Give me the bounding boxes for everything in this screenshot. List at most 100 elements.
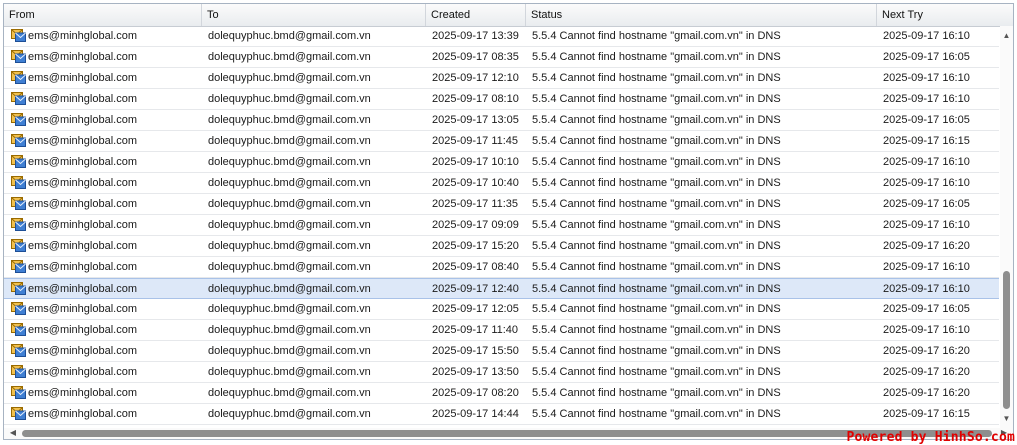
table-row[interactable]: ems@minhglobal.com dolequyphuc.bmd@gmail.…	[4, 68, 999, 89]
cell-from: ems@minhglobal.com	[28, 93, 137, 105]
table-row[interactable]: ems@minhglobal.com dolequyphuc.bmd@gmail.…	[4, 131, 999, 152]
table-row[interactable]: ems@minhglobal.com dolequyphuc.bmd@gmail.…	[4, 110, 999, 131]
cell-created: 2025-09-17 13:39	[432, 30, 519, 42]
table-row[interactable]: ems@minhglobal.com dolequyphuc.bmd@gmail.…	[4, 152, 999, 173]
cell-to: dolequyphuc.bmd@gmail.com.vn	[208, 303, 371, 315]
table-row[interactable]: ems@minhglobal.com dolequyphuc.bmd@gmail.…	[4, 173, 999, 194]
cell-to: dolequyphuc.bmd@gmail.com.vn	[208, 408, 371, 420]
mail-envelope-icon	[11, 282, 26, 295]
cell-from: ems@minhglobal.com	[28, 261, 137, 273]
cell-to: dolequyphuc.bmd@gmail.com.vn	[208, 366, 371, 378]
mail-envelope-icon	[11, 344, 26, 357]
scroll-up-arrow-icon[interactable]: ▲	[1000, 29, 1013, 43]
cell-to: dolequyphuc.bmd@gmail.com.vn	[208, 219, 371, 231]
table-row[interactable]: ems@minhglobal.com dolequyphuc.bmd@gmail.…	[4, 194, 999, 215]
cell-to: dolequyphuc.bmd@gmail.com.vn	[208, 283, 371, 295]
table-row[interactable]: ems@minhglobal.com dolequyphuc.bmd@gmail.…	[4, 320, 999, 341]
cell-next-try: 2025-09-17 16:10	[883, 324, 970, 336]
column-header-next-try[interactable]: Next Try	[877, 4, 1013, 26]
cell-created: 2025-09-17 13:05	[432, 114, 519, 126]
cell-created: 2025-09-17 15:50	[432, 345, 519, 357]
cell-created: 2025-09-17 11:45	[432, 135, 519, 147]
cell-from: ems@minhglobal.com	[28, 198, 137, 210]
cell-created: 2025-09-17 13:50	[432, 366, 519, 378]
cell-created: 2025-09-17 09:09	[432, 219, 519, 231]
mail-envelope-icon	[11, 134, 26, 147]
cell-status: 5.5.4 Cannot find hostname "gmail.com.vn…	[532, 324, 781, 336]
cell-created: 2025-09-17 08:40	[432, 261, 519, 273]
vertical-scrollbar[interactable]: ▲ ▼	[1000, 26, 1013, 428]
cell-status: 5.5.4 Cannot find hostname "gmail.com.vn…	[532, 303, 781, 315]
cell-from: ems@minhglobal.com	[28, 387, 137, 399]
cell-from: ems@minhglobal.com	[28, 135, 137, 147]
cell-created: 2025-09-17 12:05	[432, 303, 519, 315]
cell-from: ems@minhglobal.com	[28, 72, 137, 84]
mail-envelope-icon	[11, 365, 26, 378]
cell-created: 2025-09-17 14:44	[432, 408, 519, 420]
mail-envelope-icon	[11, 50, 26, 63]
cell-next-try: 2025-09-17 16:10	[883, 30, 970, 42]
table-row[interactable]: ems@minhglobal.com dolequyphuc.bmd@gmail.…	[4, 215, 999, 236]
cell-to: dolequyphuc.bmd@gmail.com.vn	[208, 198, 371, 210]
cell-from: ems@minhglobal.com	[28, 114, 137, 126]
mail-envelope-icon	[11, 92, 26, 105]
table-row[interactable]: ems@minhglobal.com dolequyphuc.bmd@gmail.…	[4, 26, 999, 47]
watermark: Powered by HinhSo.com	[846, 430, 1015, 445]
vertical-scroll-thumb[interactable]	[1003, 271, 1010, 409]
cell-to: dolequyphuc.bmd@gmail.com.vn	[208, 93, 371, 105]
cell-status: 5.5.4 Cannot find hostname "gmail.com.vn…	[532, 135, 781, 147]
cell-next-try: 2025-09-17 16:20	[883, 366, 970, 378]
cell-status: 5.5.4 Cannot find hostname "gmail.com.vn…	[532, 240, 781, 252]
table-row[interactable]: ems@minhglobal.com dolequyphuc.bmd@gmail.…	[4, 362, 999, 383]
cell-created: 2025-09-17 08:20	[432, 387, 519, 399]
table-row[interactable]: ems@minhglobal.com dolequyphuc.bmd@gmail.…	[4, 383, 999, 404]
cell-created: 2025-09-17 12:10	[432, 72, 519, 84]
table-row[interactable]: ems@minhglobal.com dolequyphuc.bmd@gmail.…	[4, 89, 999, 110]
scroll-down-arrow-icon[interactable]: ▼	[1000, 412, 1013, 426]
table-header: From To Created Status Next Try	[4, 4, 1013, 27]
table-row[interactable]: ems@minhglobal.com dolequyphuc.bmd@gmail.…	[4, 341, 999, 362]
mail-envelope-icon	[11, 71, 26, 84]
cell-status: 5.5.4 Cannot find hostname "gmail.com.vn…	[532, 261, 781, 273]
table-row[interactable]: ems@minhglobal.com dolequyphuc.bmd@gmail.…	[4, 404, 999, 425]
column-header-status[interactable]: Status	[526, 4, 877, 26]
cell-next-try: 2025-09-17 16:05	[883, 51, 970, 63]
cell-next-try: 2025-09-17 16:20	[883, 240, 970, 252]
cell-to: dolequyphuc.bmd@gmail.com.vn	[208, 30, 371, 42]
mail-envelope-icon	[11, 176, 26, 189]
scroll-left-arrow-icon[interactable]: ◀	[7, 427, 19, 438]
mail-envelope-icon	[11, 239, 26, 252]
cell-from: ems@minhglobal.com	[28, 240, 137, 252]
cell-status: 5.5.4 Cannot find hostname "gmail.com.vn…	[532, 114, 781, 126]
cell-created: 2025-09-17 08:35	[432, 51, 519, 63]
table-row[interactable]: ems@minhglobal.com dolequyphuc.bmd@gmail.…	[4, 299, 999, 320]
mail-envelope-icon	[11, 323, 26, 336]
cell-status: 5.5.4 Cannot find hostname "gmail.com.vn…	[532, 51, 781, 63]
cell-from: ems@minhglobal.com	[28, 303, 137, 315]
table-row[interactable]: ems@minhglobal.com dolequyphuc.bmd@gmail.…	[4, 257, 999, 278]
mail-envelope-icon	[11, 218, 26, 231]
cell-created: 2025-09-17 11:40	[432, 324, 519, 336]
cell-to: dolequyphuc.bmd@gmail.com.vn	[208, 240, 371, 252]
column-header-to[interactable]: To	[202, 4, 426, 26]
cell-next-try: 2025-09-17 16:20	[883, 387, 970, 399]
cell-created: 2025-09-17 11:35	[432, 198, 519, 210]
cell-status: 5.5.4 Cannot find hostname "gmail.com.vn…	[532, 93, 781, 105]
cell-created: 2025-09-17 10:40	[432, 177, 519, 189]
cell-from: ems@minhglobal.com	[28, 30, 137, 42]
cell-status: 5.5.4 Cannot find hostname "gmail.com.vn…	[532, 283, 781, 295]
mail-envelope-icon	[11, 29, 26, 42]
mail-envelope-icon	[11, 260, 26, 273]
cell-from: ems@minhglobal.com	[28, 51, 137, 63]
cell-next-try: 2025-09-17 16:05	[883, 114, 970, 126]
mail-envelope-icon	[11, 386, 26, 399]
cell-created: 2025-09-17 08:10	[432, 93, 519, 105]
cell-status: 5.5.4 Cannot find hostname "gmail.com.vn…	[532, 72, 781, 84]
table-row[interactable]: ems@minhglobal.com dolequyphuc.bmd@gmail.…	[4, 278, 999, 299]
table-row[interactable]: ems@minhglobal.com dolequyphuc.bmd@gmail.…	[4, 47, 999, 68]
column-header-from[interactable]: From	[4, 4, 202, 26]
cell-next-try: 2025-09-17 16:10	[883, 93, 970, 105]
table-row[interactable]: ems@minhglobal.com dolequyphuc.bmd@gmail.…	[4, 236, 999, 257]
cell-to: dolequyphuc.bmd@gmail.com.vn	[208, 51, 371, 63]
column-header-created[interactable]: Created	[426, 4, 526, 26]
